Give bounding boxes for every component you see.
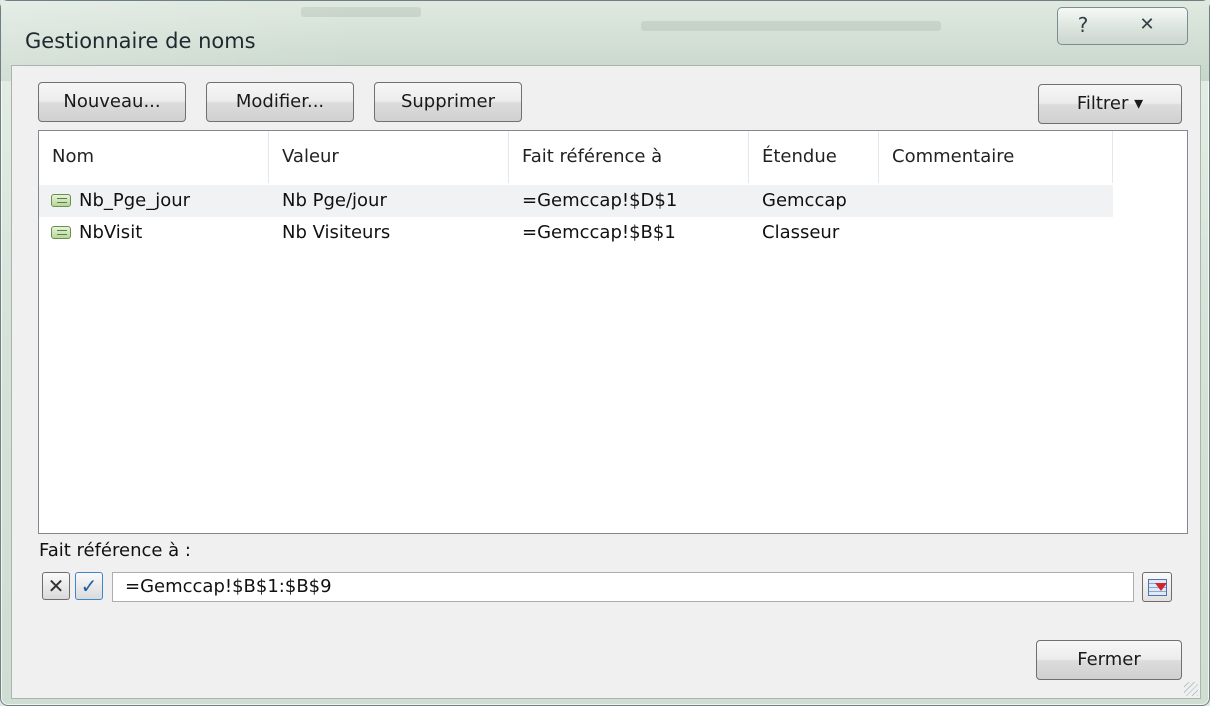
list-header: Nom Valeur Fait référence à Étendue Comm…	[39, 131, 1187, 183]
dialog-title: Gestionnaire de noms	[25, 29, 256, 53]
resize-grip[interactable]	[1184, 682, 1198, 696]
column-header-scope[interactable]: Étendue	[749, 131, 879, 183]
collapse-dialog-button[interactable]	[1142, 572, 1172, 602]
name-cell: NbVisit	[79, 222, 143, 243]
confirm-edit-button[interactable]: ✓	[75, 572, 103, 600]
named-range-icon	[51, 226, 71, 239]
column-header-value[interactable]: Valeur	[269, 131, 509, 183]
delete-button[interactable]: Supprimer	[374, 82, 522, 122]
name-manager-dialog: Gestionnaire de noms ? ✕ Nouveau... Modi…	[0, 0, 1210, 706]
value-cell: Nb Pge/jour	[282, 190, 387, 211]
scope-cell: Gemccap	[762, 190, 847, 211]
list-item[interactable]: Nb_Pge_jour Nb Pge/jour =Gemccap!$D$1 Ge…	[39, 185, 1113, 217]
value-cell: Nb Visiteurs	[282, 222, 391, 243]
name-cell: Nb_Pge_jour	[79, 190, 191, 211]
refers-to-cell: =Gemccap!$D$1	[522, 190, 678, 211]
column-header-name[interactable]: Nom	[39, 131, 269, 183]
close-button[interactable]: Fermer	[1036, 640, 1182, 680]
close-icon: ✕	[1139, 14, 1155, 35]
list-item[interactable]: NbVisit Nb Visiteurs =Gemccap!$B$1 Class…	[39, 217, 1113, 249]
scope-cell: Classeur	[762, 222, 840, 243]
collapse-arrow-icon	[1155, 583, 1167, 591]
new-button[interactable]: Nouveau...	[38, 82, 186, 122]
checkmark-icon: ✓	[80, 574, 98, 598]
cancel-edit-button[interactable]: ✕	[42, 572, 70, 600]
help-icon: ?	[1077, 13, 1089, 37]
background-blur	[641, 21, 941, 31]
background-blur	[301, 7, 421, 17]
named-range-icon	[51, 194, 71, 207]
names-list[interactable]: Nom Valeur Fait référence à Étendue Comm…	[38, 130, 1188, 534]
column-header-refers-to[interactable]: Fait référence à	[509, 131, 749, 183]
refers-to-cell: =Gemccap!$B$1	[522, 222, 676, 243]
edit-button[interactable]: Modifier...	[206, 82, 354, 122]
filter-button[interactable]: Filtrer ▾	[1038, 84, 1182, 124]
refers-to-input[interactable]: =Gemccap!$B$1:$B$9	[112, 572, 1134, 602]
close-window-button[interactable]: ✕	[1107, 7, 1188, 45]
help-button[interactable]: ?	[1057, 7, 1109, 45]
dialog-body: Nouveau... Modifier... Supprimer Filtrer…	[11, 65, 1201, 699]
refers-to-label: Fait référence à :	[39, 540, 191, 561]
column-header-comment[interactable]: Commentaire	[879, 131, 1113, 183]
cancel-icon: ✕	[47, 574, 65, 598]
